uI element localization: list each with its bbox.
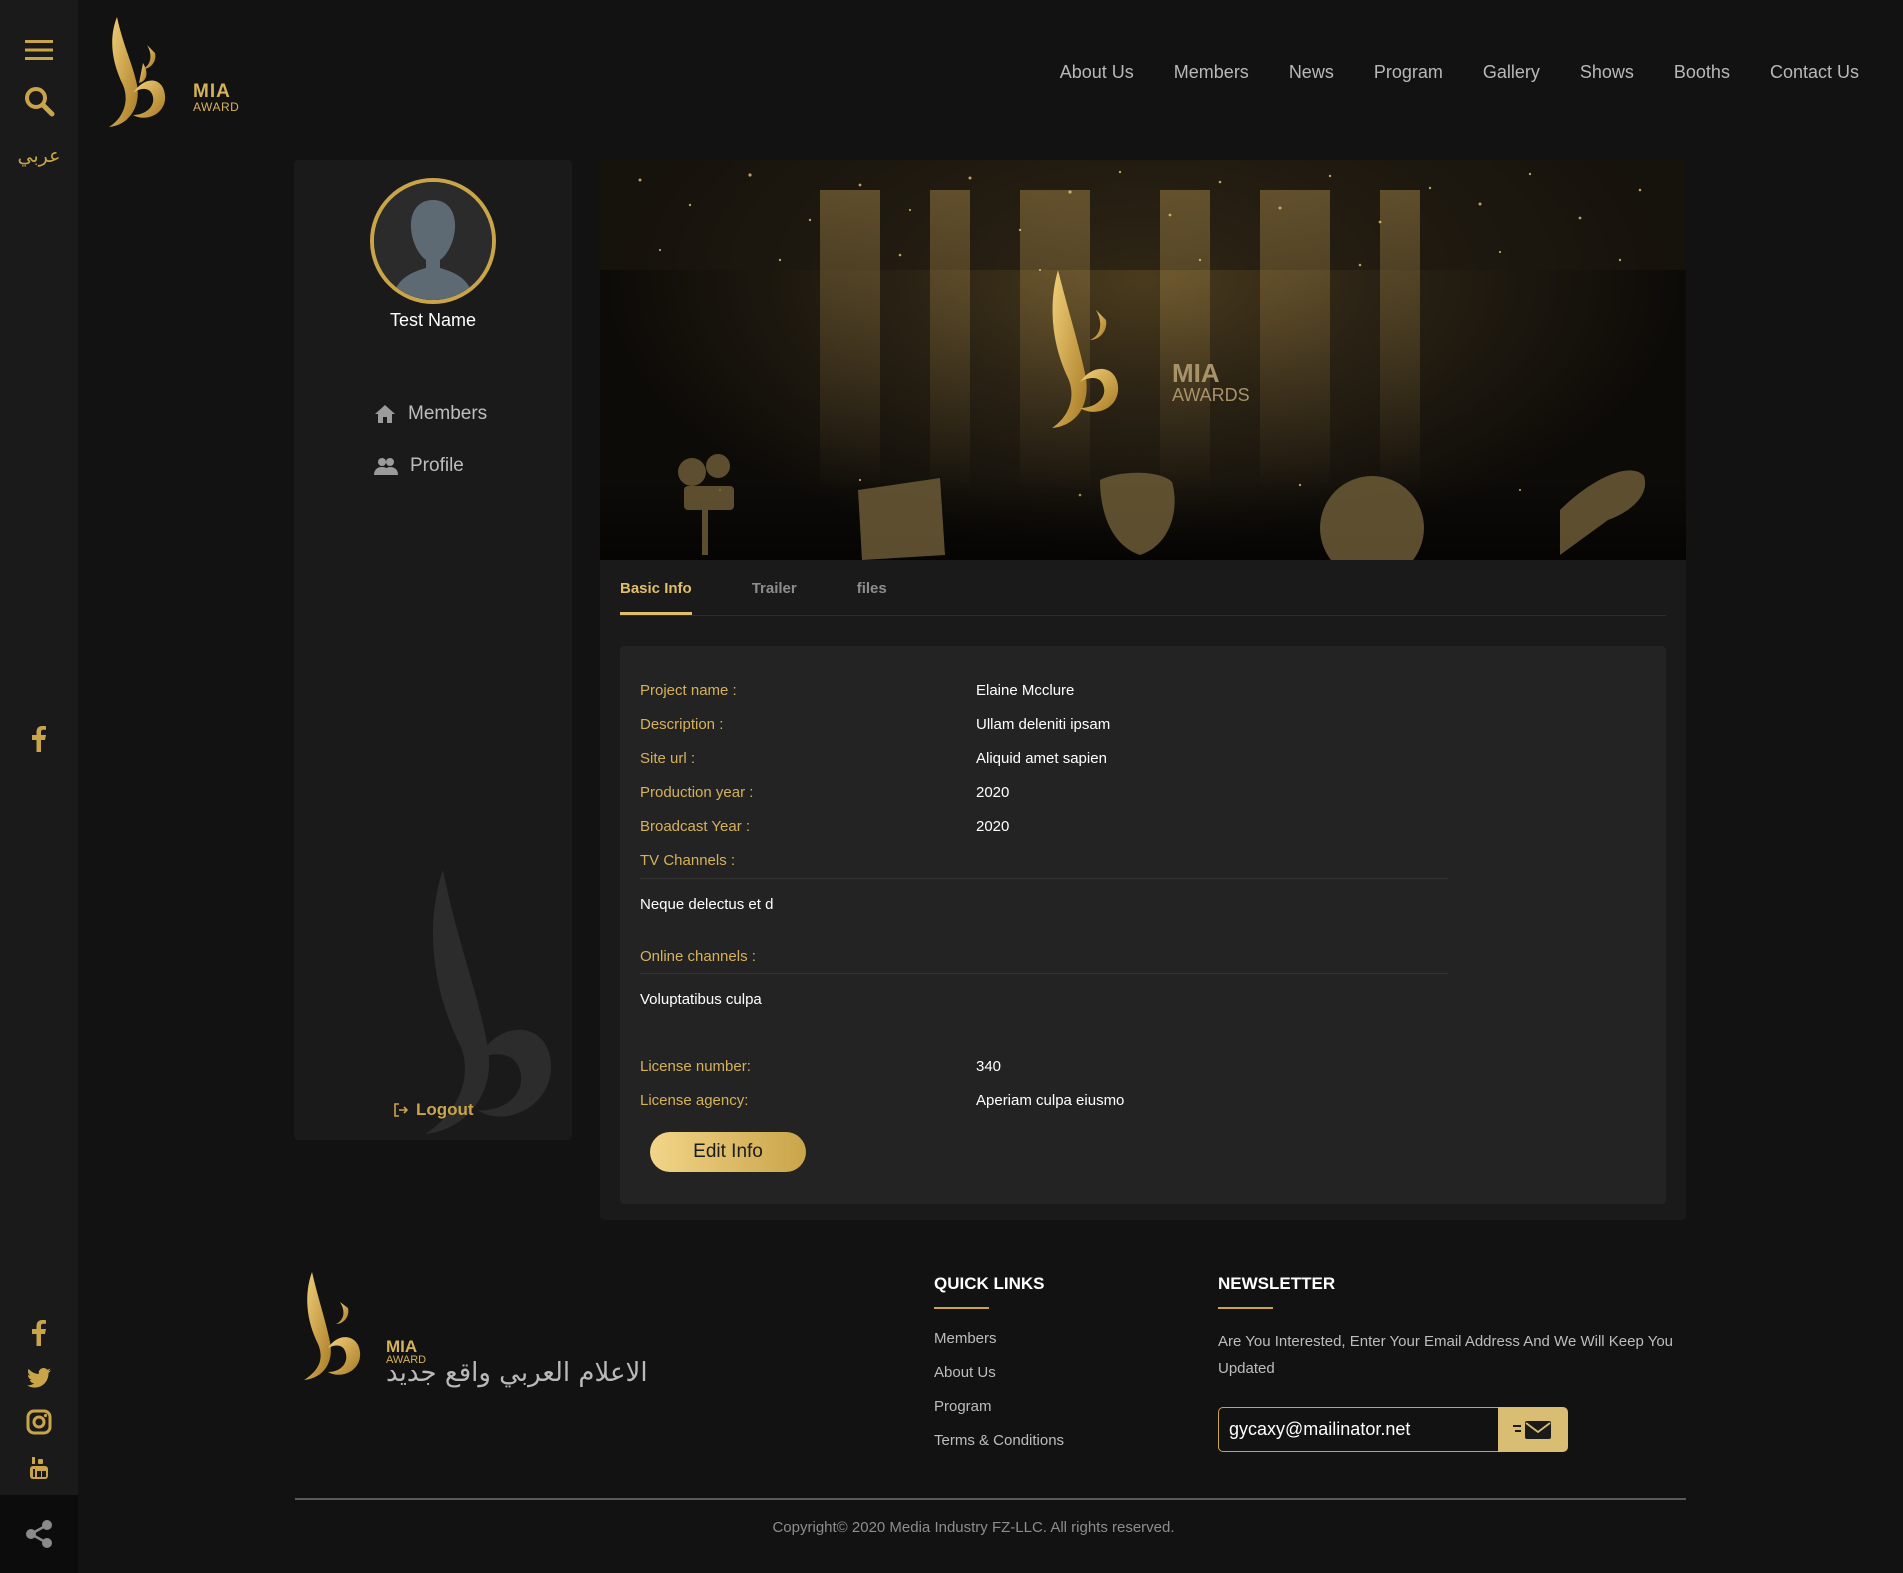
sidebar-item-members[interactable]: Members bbox=[374, 388, 487, 440]
footer-link-members[interactable]: Members bbox=[934, 1330, 997, 1347]
tab-basic-info[interactable]: Basic Info bbox=[620, 578, 692, 615]
nav-booths[interactable]: Booths bbox=[1674, 62, 1730, 83]
main-panel: MIA AWARDS Basic Info Trailer files Proj… bbox=[600, 160, 1686, 1220]
footer-logo[interactable] bbox=[296, 1270, 376, 1385]
quick-links-title: QUICK LINKS bbox=[934, 1274, 1045, 1293]
tab-files[interactable]: files bbox=[857, 578, 887, 615]
info-value: Ullam deleniti ipsam bbox=[976, 716, 1111, 733]
footer-divider bbox=[295, 1498, 1686, 1500]
home-icon bbox=[375, 405, 395, 423]
user-name: Test Name bbox=[389, 310, 477, 330]
info-label: License agency: bbox=[640, 1092, 749, 1109]
footer-brand-name: MIA bbox=[386, 1337, 418, 1356]
banner-artwork bbox=[600, 160, 1686, 560]
banner-wordmark: MIA AWARDS bbox=[1172, 360, 1250, 404]
info-row-license-agency: License agency: Aperiam culpa eiusmo bbox=[640, 1092, 1124, 1109]
info-value: 2020 bbox=[976, 784, 1010, 801]
facebook-icon[interactable] bbox=[0, 724, 78, 754]
brand-sub: AWARD bbox=[193, 100, 240, 114]
info-label: License number: bbox=[640, 1058, 751, 1075]
newsletter-underline bbox=[1218, 1307, 1273, 1309]
twitter-icon[interactable] bbox=[0, 1364, 78, 1392]
newsletter-email-input[interactable] bbox=[1218, 1407, 1498, 1452]
info-value: 340 bbox=[976, 1058, 1002, 1075]
info-row-project-name: Project name : Elaine Mcclure bbox=[640, 682, 1074, 699]
nav-program[interactable]: Program bbox=[1374, 62, 1443, 83]
info-value: Elaine Mcclure bbox=[976, 682, 1075, 699]
profile-sidebar: Test Name Members Profile Logout bbox=[294, 160, 572, 1140]
avatar bbox=[370, 178, 496, 304]
footer-tagline: الاعلام العربي واقع جديد bbox=[386, 1358, 648, 1388]
info-label: Description : bbox=[640, 716, 724, 733]
info-row-production-year: Production year : 2020 bbox=[640, 784, 1009, 801]
info-row-site-url: Site url : Aliquid amet sapien bbox=[640, 750, 1107, 767]
footer-link-terms[interactable]: Terms & Conditions bbox=[934, 1432, 1064, 1449]
logout-button[interactable]: Logout bbox=[394, 1100, 474, 1120]
newsletter-title: NEWSLETTER bbox=[1218, 1274, 1336, 1293]
info-label: Project name : bbox=[640, 682, 737, 699]
online-channels-value: Voluptatibus culpa bbox=[640, 991, 762, 1008]
footer-link-program[interactable]: Program bbox=[934, 1398, 992, 1415]
info-value: 2020 bbox=[976, 818, 1010, 835]
nav-gallery[interactable]: Gallery bbox=[1483, 62, 1540, 83]
info-row-license-number: License number: 340 bbox=[640, 1058, 1001, 1075]
nav-news[interactable]: News bbox=[1289, 62, 1334, 83]
quick-links-underline bbox=[934, 1307, 989, 1309]
tv-channels-value: Neque delectus et d bbox=[640, 896, 774, 913]
sidebar-menu: Members Profile bbox=[374, 388, 487, 492]
newsletter-submit-button[interactable] bbox=[1498, 1407, 1568, 1452]
tv-channels-label: TV Channels : bbox=[640, 852, 736, 869]
user-silhouette-icon bbox=[374, 182, 492, 300]
tab-trailer[interactable]: Trailer bbox=[752, 578, 797, 615]
send-mail-icon bbox=[1513, 1420, 1551, 1439]
info-value: Aperiam culpa eiusmo bbox=[976, 1092, 1125, 1109]
basic-info-card: Project name : Elaine Mcclure Descriptio… bbox=[620, 646, 1666, 1204]
divider bbox=[640, 878, 1448, 879]
info-label: Broadcast Year : bbox=[640, 818, 751, 835]
instagram-icon[interactable] bbox=[0, 1408, 78, 1436]
mia-award-logo[interactable] bbox=[103, 15, 253, 135]
info-row-description: Description : Ullam deleniti ipsam bbox=[640, 716, 1110, 733]
info-label: Site url : bbox=[640, 750, 696, 767]
facebook-icon[interactable] bbox=[0, 1318, 78, 1348]
nav-about-us[interactable]: About Us bbox=[1060, 62, 1134, 83]
sidebar-item-label: Profile bbox=[410, 455, 464, 476]
banner-brand-name: MIA bbox=[1172, 358, 1220, 388]
hamburger-menu-icon[interactable] bbox=[0, 36, 78, 64]
sidebar-item-label: Members bbox=[408, 403, 488, 424]
profile-tabs: Basic Info Trailer files bbox=[620, 578, 1666, 616]
logo-wordmark: MIA AWARD bbox=[193, 82, 239, 113]
sidebar-item-profile[interactable]: Profile bbox=[374, 440, 487, 492]
brand-name: MIA bbox=[193, 81, 231, 102]
info-value: Aliquid amet sapien bbox=[976, 750, 1107, 767]
youtube-icon[interactable] bbox=[0, 1454, 78, 1482]
profile-banner: MIA AWARDS bbox=[600, 160, 1686, 560]
language-switch[interactable]: عربي bbox=[0, 142, 78, 170]
online-channels-label: Online channels : bbox=[640, 948, 756, 965]
copyright-text: Copyright© 2020 Media Industry FZ-LLC. A… bbox=[772, 1519, 1175, 1536]
nav-members[interactable]: Members bbox=[1174, 62, 1249, 83]
nav-contact-us[interactable]: Contact Us bbox=[1770, 62, 1859, 83]
newsletter-text: Are You Interested, Enter Your Email Add… bbox=[1218, 1333, 1674, 1377]
banner-brand-sub: AWARDS bbox=[1172, 385, 1250, 405]
info-label: Production year : bbox=[640, 784, 754, 801]
nav-shows[interactable]: Shows bbox=[1580, 62, 1634, 83]
edit-info-button[interactable]: Edit Info bbox=[650, 1132, 806, 1172]
divider bbox=[640, 973, 1448, 974]
search-icon[interactable] bbox=[0, 84, 78, 118]
info-row-broadcast-year: Broadcast Year : 2020 bbox=[640, 818, 1009, 835]
top-nav: About Us Members News Program Gallery Sh… bbox=[1060, 62, 1859, 83]
left-rail: عربي bbox=[0, 0, 78, 1573]
footer-link-about-us[interactable]: About Us bbox=[934, 1364, 996, 1381]
logout-icon bbox=[394, 1103, 408, 1117]
users-icon bbox=[374, 458, 398, 475]
logout-label: Logout bbox=[416, 1100, 474, 1119]
